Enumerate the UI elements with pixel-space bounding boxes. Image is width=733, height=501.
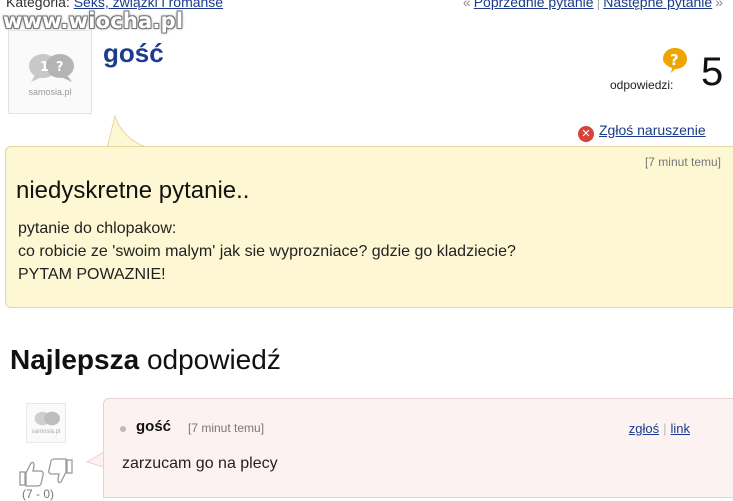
question-author[interactable]: gość — [103, 38, 164, 69]
question-box: [7 minut temu] niedyskretne pytanie.. py… — [5, 146, 733, 308]
previous-question-link[interactable]: Poprzednie pytanie — [474, 0, 594, 10]
question-body-line: PYTAM POWAZNIE! — [18, 266, 166, 283]
vote-count: (7 - 0) — [22, 487, 55, 501]
chat-bubbles-icon — [34, 411, 60, 426]
question-bubble-tail — [105, 114, 151, 148]
avatar-brand: samosia.pl — [31, 429, 61, 435]
question-time: [7 minut temu] — [644, 155, 721, 169]
action-separator: | — [663, 421, 667, 436]
vote-thumbs — [19, 458, 73, 487]
avatar-brand: samosia.pl — [28, 87, 72, 97]
answer-text: zarzucam go na plecy — [122, 455, 278, 472]
answer-author[interactable]: gość — [136, 418, 171, 435]
bullet-icon — [120, 426, 126, 432]
question-mark-icon: ? — [663, 48, 687, 73]
best-answer-heading: Najlepsza odpowiedź — [10, 344, 281, 376]
next-question-link[interactable]: Następne pytanie — [603, 0, 712, 10]
svg-text:1: 1 — [40, 60, 49, 75]
answer-actions: zgłoś | link — [629, 421, 690, 436]
chat-bubbles-icon: 1 ? — [29, 54, 74, 82]
nav-separator: | — [596, 0, 601, 10]
question-title: niedyskretne pytanie.. — [16, 177, 250, 204]
svg-text:?: ? — [56, 60, 64, 75]
best-answer-heading-rest: odpowiedź — [146, 344, 281, 375]
question-avatar[interactable]: 1 ? samosia.pl — [8, 30, 92, 114]
report-icon: ✕ — [578, 126, 594, 142]
report-violation[interactable]: ✕ Zgłoś naruszenie — [578, 122, 706, 142]
svg-text:?: ? — [670, 51, 679, 69]
question-body-line: pytanie do chlopakow: — [18, 220, 177, 237]
left-arrow-icon: « — [462, 0, 471, 10]
answers-count: 5 — [701, 50, 724, 94]
report-violation-link[interactable]: Zgłoś naruszenie — [599, 122, 706, 138]
best-answer-box: gość [7 minut temu] zgłoś | link zarzucam … — [103, 398, 733, 498]
answer-report-link[interactable]: zgłoś — [629, 421, 659, 436]
answer-permalink[interactable]: link — [670, 421, 690, 436]
question-body-line: co robicie ze 'swoim malym' jak sie wypr… — [18, 243, 516, 260]
answer-time: [7 minut temu] — [188, 421, 265, 435]
best-answer-heading-bold: Najlepsza — [10, 344, 140, 375]
answers-label: odpowiedzi: — [610, 78, 674, 92]
answer-avatar[interactable]: samosia.pl — [26, 403, 66, 443]
question-body: pytanie do chlopakow: co robicie ze 'swo… — [18, 217, 516, 286]
right-arrow-icon: » — [715, 0, 723, 10]
question-navigation: «Poprzednie pytanie | Następne pytanie» — [463, 0, 723, 10]
thumbs-down-icon[interactable] — [48, 458, 73, 484]
thumbs-up-icon[interactable] — [19, 461, 44, 487]
